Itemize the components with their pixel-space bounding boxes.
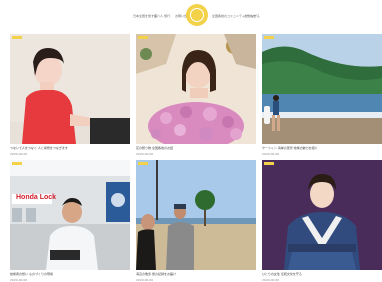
nav-item-3[interactable]: 旅行 — [164, 14, 170, 18]
card-caption[interactable]: ひとりの女性 伝統文化を守る — [262, 272, 302, 276]
category-tag — [264, 162, 274, 165]
card-meta: 2020.00.00 — [10, 152, 28, 156]
card-caption[interactable]: 花の贈り物 全国各地のお話 — [136, 146, 173, 150]
card-meta: 2020.00.00 — [136, 278, 154, 282]
card-photo[interactable] — [10, 34, 130, 144]
card-photo[interactable] — [262, 34, 382, 144]
card-caption[interactable]: つないで人をつなぐ 人と場所をつなぎます — [10, 146, 68, 150]
nav-item-6[interactable]: お知らせ — [244, 14, 256, 18]
site-logo[interactable] — [186, 4, 208, 26]
card-meta: 2020.00.00 — [10, 278, 28, 282]
category-tag — [12, 162, 22, 165]
nav-item-2[interactable]: 紹介人 — [154, 14, 163, 18]
card-photo[interactable] — [136, 160, 256, 270]
category-tag — [12, 36, 22, 39]
top-nav: 日本全国を旅する 紹介人 旅行 お問い合わせ 全国各地のコミュニティとつながる … — [0, 0, 382, 32]
category-tag — [138, 162, 148, 165]
card-meta: 2020.00.00 — [262, 278, 280, 282]
card-caption[interactable]: 技術者の想い ものづくりの現場 — [10, 272, 53, 276]
category-tag — [138, 36, 148, 39]
card-photo[interactable] — [136, 34, 256, 144]
brand-sign: Honda Lock — [16, 194, 57, 201]
card-photo[interactable]: Honda Lock — [10, 160, 130, 270]
card-caption[interactable]: サーフィン 海岸の風景 地域の魅力を紹介 — [262, 146, 318, 150]
category-tag — [264, 36, 274, 39]
card-meta: 2020.00.00 — [136, 152, 154, 156]
card-photo[interactable] — [262, 160, 382, 270]
card-meta: 2020.00.00 — [262, 152, 280, 156]
card-caption[interactable]: 海辺の散歩 旅の記録をお届け — [136, 272, 176, 276]
